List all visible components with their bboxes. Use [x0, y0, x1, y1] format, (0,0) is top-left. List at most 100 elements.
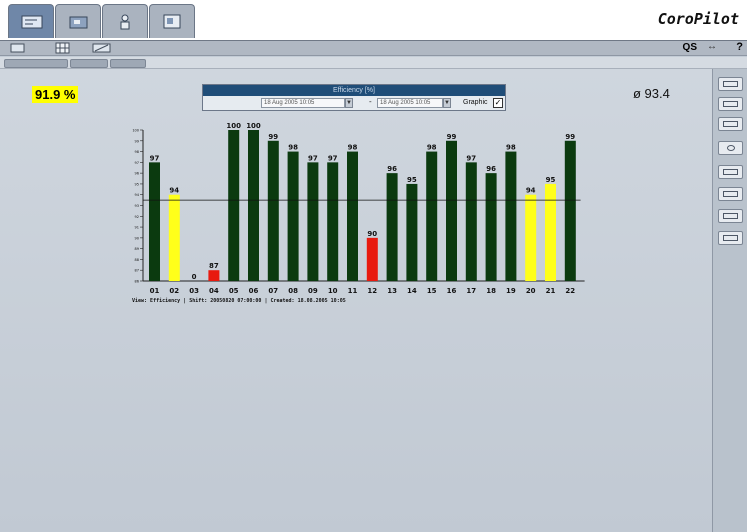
bar: [287, 151, 299, 281]
bar-value-label: 98: [288, 144, 298, 152]
zoom-out-button[interactable]: [718, 187, 743, 201]
x-tick-label: 20: [526, 287, 536, 295]
bar: [545, 183, 556, 281]
x-tick-label: 17: [466, 287, 476, 295]
bar: [406, 183, 418, 281]
clock-button[interactable]: [718, 141, 743, 155]
x-tick-label: 22: [565, 287, 575, 295]
bar: [446, 140, 457, 281]
brand-logo: CoroPilot: [657, 10, 739, 28]
bar: [485, 173, 497, 281]
y-tick-label: 99: [135, 139, 139, 143]
bar: [386, 173, 398, 281]
machine-icon: [69, 16, 88, 29]
bar-value-label: 99: [447, 133, 457, 141]
graphic-checkbox[interactable]: ✓: [493, 98, 503, 108]
qs-button[interactable]: QS: [683, 42, 697, 53]
bar: [208, 270, 220, 281]
tab-reports[interactable]: [149, 4, 195, 38]
bar: [505, 151, 517, 281]
compare-view-button[interactable]: [718, 97, 743, 111]
y-tick-label: 88: [135, 258, 139, 262]
breadcrumb-item[interactable]: [110, 59, 146, 68]
bar-value-label: 99: [565, 133, 575, 141]
y-tick-label: 89: [135, 247, 139, 251]
bar: [228, 130, 240, 281]
bar-value-label: 97: [466, 154, 476, 162]
to-date-field[interactable]: 18 Aug 2005 10:05: [377, 98, 443, 108]
detail-view-button[interactable]: [718, 117, 743, 131]
x-tick-label: 13: [387, 287, 397, 295]
tab-personnel[interactable]: [102, 4, 148, 38]
x-tick-label: 05: [229, 287, 239, 295]
chart-view-icon[interactable]: [92, 42, 112, 54]
bar: [267, 140, 279, 281]
filter-panel: Efficiency [%] 18 Aug 2005 10:05 ▼ - 18 …: [202, 84, 506, 111]
from-date-field[interactable]: 18 Aug 2005 10:05: [261, 98, 345, 108]
y-tick-label: 95: [135, 182, 139, 186]
graphic-label: Graphic: [463, 99, 488, 106]
bar: [426, 151, 438, 281]
bar-value-label: 99: [268, 133, 278, 141]
y-tick-label: 98: [135, 150, 139, 154]
tab-overview[interactable]: [8, 4, 54, 38]
to-date-dropdown-icon[interactable]: ▼: [443, 98, 451, 108]
bar-value-label: 100: [226, 122, 241, 130]
overview-icon: [21, 15, 43, 29]
bar: [327, 162, 339, 281]
x-tick-label: 09: [308, 287, 318, 295]
y-tick-label: 94: [135, 193, 140, 197]
bar: [347, 151, 358, 281]
x-tick-label: 14: [407, 287, 417, 295]
measure-button[interactable]: [718, 231, 743, 245]
bar-value-label: 96: [486, 165, 496, 173]
bar: [307, 162, 319, 281]
report-icon: [163, 14, 181, 29]
bar-value-label: 97: [308, 154, 318, 162]
bar-value-label: 98: [348, 144, 358, 152]
breadcrumb-item[interactable]: [70, 59, 108, 68]
y-tick-label: 90: [135, 236, 139, 240]
efficiency-badge: 91.9 %: [32, 86, 79, 103]
person-icon: [120, 14, 130, 30]
bar-value-label: 94: [526, 187, 536, 195]
y-tick-label: 96: [135, 172, 139, 176]
tab-machines[interactable]: [55, 4, 101, 38]
filter-title: Efficiency [%]: [203, 85, 505, 96]
x-tick-label: 11: [348, 287, 358, 295]
home-icon[interactable]: [10, 42, 26, 54]
x-tick-label: 16: [447, 287, 457, 295]
grid-icon[interactable]: [55, 42, 71, 54]
y-tick-label: 91: [135, 226, 139, 230]
pan-button[interactable]: [718, 209, 743, 223]
bar-value-label: 100: [246, 122, 261, 130]
x-tick-label: 19: [506, 287, 516, 295]
help-button[interactable]: ?: [736, 41, 743, 53]
breadcrumb-item[interactable]: [4, 59, 68, 68]
bar: [366, 237, 378, 281]
table-view-button[interactable]: [718, 77, 743, 91]
switch-icon[interactable]: ↔: [707, 41, 717, 52]
bar-value-label: 95: [407, 176, 417, 184]
bar-value-label: 96: [387, 165, 397, 173]
breadcrumb: [0, 57, 747, 69]
zoom-in-button[interactable]: [718, 165, 743, 179]
y-tick-label: 97: [135, 161, 139, 165]
x-tick-label: 08: [288, 287, 298, 295]
bar: [564, 140, 576, 281]
bar: [149, 162, 160, 281]
x-tick-label: 21: [546, 287, 556, 295]
bar-value-label: 90: [367, 230, 377, 238]
y-tick-label: 93: [135, 204, 139, 208]
y-tick-label: 100: [132, 129, 139, 133]
x-tick-label: 03: [189, 287, 199, 295]
x-tick-label: 15: [427, 287, 437, 295]
x-tick-label: 07: [268, 287, 278, 295]
efficiency-chart: 1009998979695949392919089888786970194020…: [132, 122, 585, 295]
from-date-dropdown-icon[interactable]: ▼: [345, 98, 353, 108]
bar-value-label: 98: [506, 144, 516, 152]
y-tick-label: 86: [135, 280, 139, 284]
bar-value-label: 97: [328, 154, 338, 162]
y-tick-label: 87: [135, 269, 139, 273]
bar: [465, 162, 477, 281]
